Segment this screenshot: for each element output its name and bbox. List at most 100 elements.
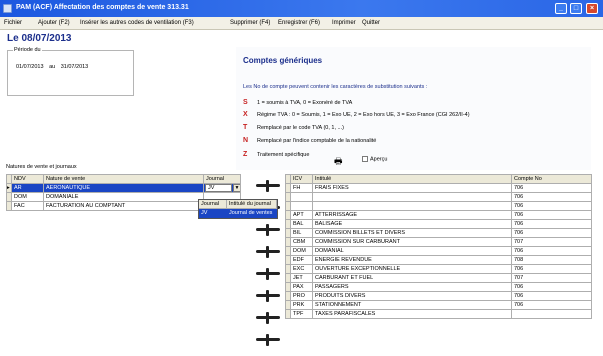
- cell-ndv[interactable]: FAC: [11, 201, 44, 211]
- dropdown-option[interactable]: JV Journal de ventes: [199, 209, 277, 218]
- menu-fichier[interactable]: Fichier: [4, 20, 22, 26]
- date-to[interactable]: 31/07/2013: [61, 64, 89, 70]
- cell-intitule[interactable]: PASSAGERS: [312, 282, 512, 292]
- table-row[interactable]: PAX PASSAGERS 706: [285, 282, 592, 292]
- cell-icv[interactable]: FH: [290, 183, 313, 193]
- cell-ndv[interactable]: DOM: [11, 192, 44, 202]
- table-row[interactable]: CBM COMMISSION SUR CARBURANT 707: [285, 237, 592, 247]
- cell-compte[interactable]: 707: [511, 237, 592, 247]
- cell-icv[interactable]: PRO: [290, 291, 313, 301]
- cell-nature[interactable]: FACTURATION AU COMPTANT: [43, 201, 204, 211]
- menu-supprimer[interactable]: Supprimer (F4): [230, 20, 270, 26]
- rule-letter: Z: [243, 151, 248, 158]
- cell-icv[interactable]: EXC: [290, 264, 313, 274]
- cell-compte[interactable]: 706: [511, 264, 592, 274]
- cell-compte[interactable]: 706: [511, 219, 592, 229]
- cell-intitule[interactable]: OUVERTURE EXCEPTIONNELLE: [312, 264, 512, 274]
- col-intitule[interactable]: Intitulé: [312, 174, 512, 184]
- cell-icv[interactable]: CBM: [290, 237, 313, 247]
- table-row[interactable]: BAL BALISAGE 706: [285, 219, 592, 229]
- cell-intitule[interactable]: COMMISSION SUR CARBURANT: [312, 237, 512, 247]
- menu-quitter[interactable]: Quitter: [362, 20, 380, 26]
- table-row[interactable]: JET CARBURANT ET FUEL 707: [285, 273, 592, 283]
- cell-intitule[interactable]: [312, 192, 512, 202]
- dropdown-header: Journal Intitulé du journal: [199, 200, 277, 209]
- menu-imprimer[interactable]: Imprimer: [332, 20, 356, 26]
- menu-ajouter[interactable]: Ajouter (F2): [38, 20, 70, 26]
- cell-compte[interactable]: 706: [511, 210, 592, 220]
- table-row[interactable]: APT ATTERRISSAGE 706: [285, 210, 592, 220]
- cell-icv[interactable]: PRK: [290, 300, 313, 310]
- cell-intitule[interactable]: TAXES PARAFISCALES: [312, 309, 512, 319]
- cell-compte[interactable]: 706: [511, 282, 592, 292]
- cell-icv[interactable]: BIL: [290, 228, 313, 238]
- cell-ndv[interactable]: AR: [11, 183, 44, 193]
- col-journal[interactable]: Journal: [203, 174, 241, 184]
- date-from[interactable]: 01/07/2013: [16, 64, 44, 70]
- cell-journal[interactable]: JV ▼: [203, 183, 241, 193]
- cell-icv[interactable]: DOM: [290, 246, 313, 256]
- table-row[interactable]: TPF TAXES PARAFISCALES: [285, 309, 592, 319]
- binder-ring-icon: [252, 334, 284, 346]
- cell-compte[interactable]: 706: [511, 300, 592, 310]
- cell-icv[interactable]: [290, 192, 313, 202]
- cell-compte[interactable]: 707: [511, 273, 592, 283]
- checkbox-box[interactable]: [362, 156, 368, 162]
- cell-intitule[interactable]: [312, 201, 512, 211]
- cell-compte[interactable]: 706: [511, 291, 592, 301]
- cell-intitule[interactable]: PRODUITS DIVERS: [312, 291, 512, 301]
- apercu-checkbox[interactable]: Aperçu: [362, 156, 387, 162]
- option-code[interactable]: JV: [199, 209, 227, 218]
- table-row[interactable]: DOM DOMANIAL 706: [285, 246, 592, 256]
- cell-compte[interactable]: 706: [511, 246, 592, 256]
- table-row[interactable]: PRK STATIONNEMENT 706: [285, 300, 592, 310]
- cell-icv[interactable]: TPF: [290, 309, 313, 319]
- cell-icv[interactable]: BAL: [290, 219, 313, 229]
- table-row[interactable]: 706: [285, 201, 592, 211]
- cell-compte[interactable]: 706: [511, 192, 592, 202]
- generic-accounts-panel: Comptes génériques Les No de compte peuv…: [236, 47, 591, 170]
- cell-nature[interactable]: DOMANIALE: [43, 192, 204, 202]
- table-row[interactable]: PRO PRODUITS DIVERS 706: [285, 291, 592, 301]
- table-row[interactable]: EXC OUVERTURE EXCEPTIONNELLE 706: [285, 264, 592, 274]
- table-row[interactable]: ▸ AR AERONAUTIQUE JV ▼: [6, 183, 241, 193]
- cell-intitule[interactable]: CARBURANT ET FUEL: [312, 273, 512, 283]
- col-ndv[interactable]: NDV: [11, 174, 44, 184]
- col-icv[interactable]: ICV: [290, 174, 313, 184]
- chevron-down-icon[interactable]: ▼: [233, 184, 240, 192]
- cell-compte[interactable]: 706: [511, 183, 592, 193]
- cell-intitule[interactable]: DOMANIAL: [312, 246, 512, 256]
- cell-compte[interactable]: [511, 309, 592, 319]
- cell-compte[interactable]: 706: [511, 228, 592, 238]
- cell-icv[interactable]: PAX: [290, 282, 313, 292]
- menu-enregistrer[interactable]: Enregistrer (F6): [278, 20, 320, 26]
- cell-icv[interactable]: APT: [290, 210, 313, 220]
- journal-combo-value[interactable]: JV: [205, 184, 232, 192]
- menu-inserer-codes[interactable]: Insérer les autres codes de ventilation …: [80, 20, 194, 26]
- table-row[interactable]: BIL COMMISSION BILLETS ET DIVERS 706: [285, 228, 592, 238]
- option-label[interactable]: Journal de ventes: [227, 209, 277, 218]
- cell-intitule[interactable]: ENERGIE REVENDUE: [312, 255, 512, 265]
- table-row[interactable]: 706: [285, 192, 592, 202]
- cell-icv[interactable]: EDF: [290, 255, 313, 265]
- cell-intitule[interactable]: ATTERRISSAGE: [312, 210, 512, 220]
- cell-compte[interactable]: 706: [511, 201, 592, 211]
- col-compte[interactable]: Compte No: [511, 174, 592, 184]
- cell-intitule[interactable]: BALISAGE: [312, 219, 512, 229]
- rule-letter: S: [243, 99, 248, 106]
- printer-icon[interactable]: 🖶: [334, 154, 343, 170]
- cell-icv[interactable]: JET: [290, 273, 313, 283]
- cell-intitule[interactable]: COMMISSION BILLETS ET DIVERS: [312, 228, 512, 238]
- col-nature[interactable]: Nature de vente: [43, 174, 204, 184]
- minimize-button[interactable]: _: [555, 3, 567, 14]
- table-row[interactable]: FH FRAIS FIXES 706: [285, 183, 592, 193]
- cell-compte[interactable]: 708: [511, 255, 592, 265]
- journal-dropdown[interactable]: Journal Intitulé du journal JV Journal d…: [198, 199, 278, 219]
- cell-icv[interactable]: [290, 201, 313, 211]
- table-row[interactable]: EDF ENERGIE REVENDUE 708: [285, 255, 592, 265]
- cell-intitule[interactable]: FRAIS FIXES: [312, 183, 512, 193]
- cell-nature[interactable]: AERONAUTIQUE: [43, 183, 204, 193]
- maximize-button[interactable]: □: [570, 3, 582, 14]
- close-button[interactable]: ×: [586, 3, 598, 14]
- cell-intitule[interactable]: STATIONNEMENT: [312, 300, 512, 310]
